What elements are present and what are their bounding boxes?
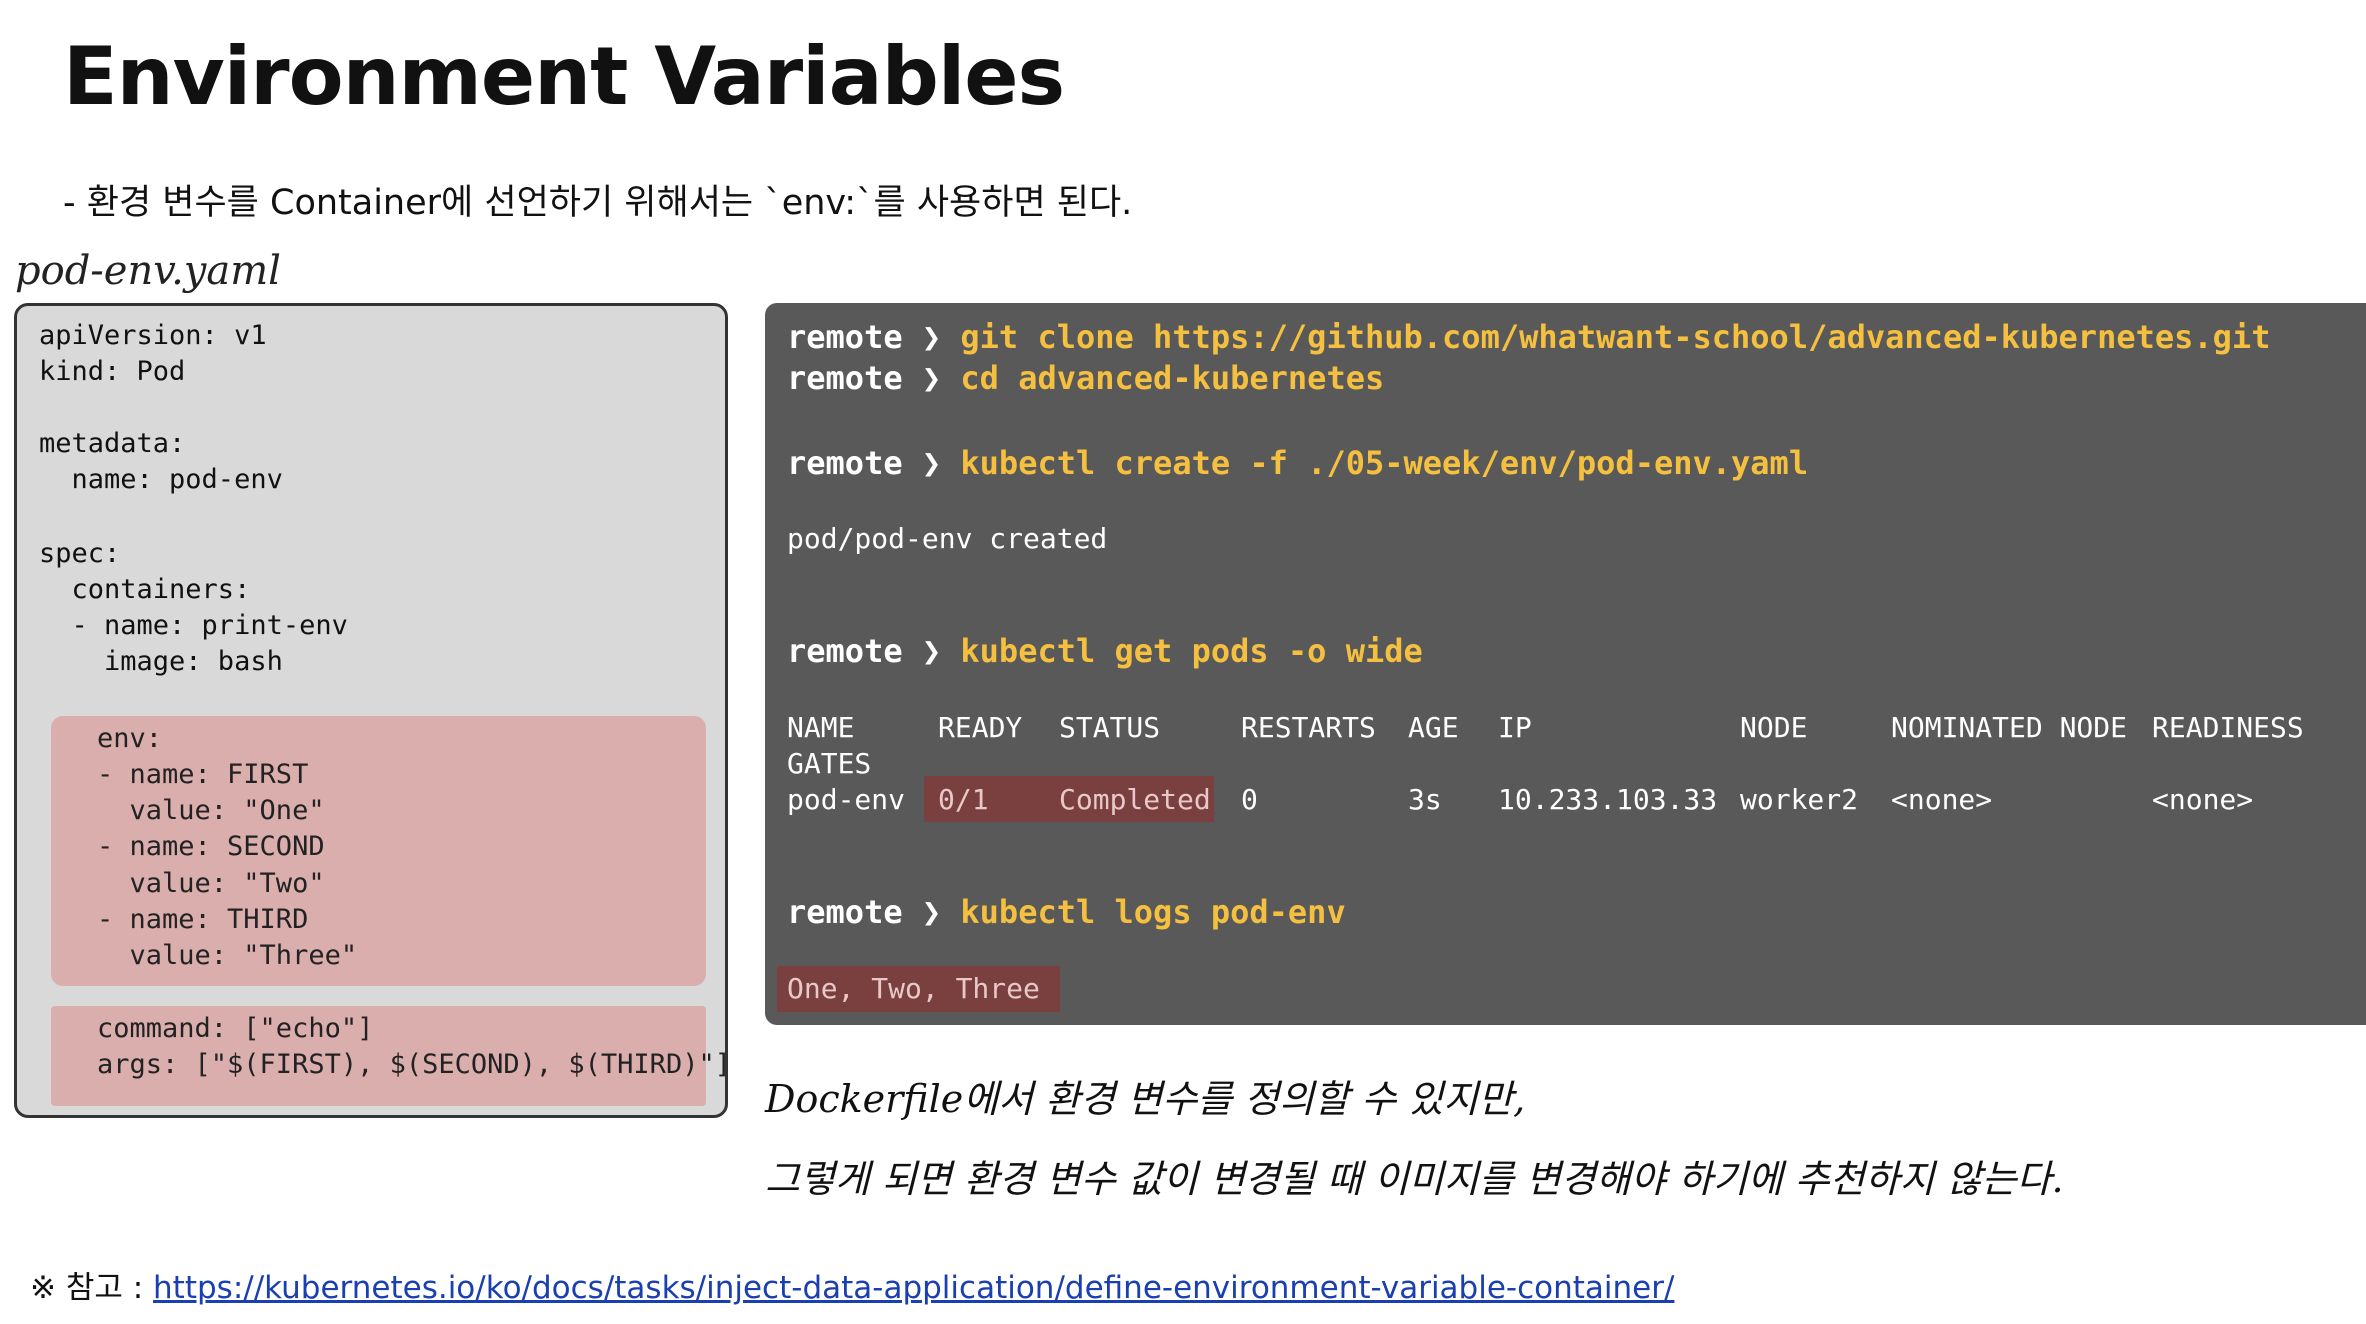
yaml-code-box: apiVersion: v1 kind: Pod metadata: name:… — [14, 303, 731, 1118]
table-header: IP — [1498, 711, 1532, 744]
prompt: remote ❯ — [787, 444, 942, 482]
create-output: pod/pod-env created — [787, 522, 1108, 555]
table-header: READINESS — [2152, 711, 2304, 744]
yaml-line: name: pod-env — [39, 464, 283, 495]
table-cell: 10.233.103.33 — [1498, 783, 1718, 816]
table-header: NAME — [787, 711, 855, 744]
terminal-command-line: remote ❯ git clone https://github.com/wh… — [787, 317, 2270, 357]
terminal-command-line: remote ❯ kubectl logs pod-env — [787, 892, 1346, 932]
yaml-line: metadata: — [39, 428, 186, 459]
terminal-panel: remote ❯ git clone https://github.com/wh… — [765, 303, 2366, 1025]
subtitle: - 환경 변수를 Container에 선언하기 위해서는 `env:`를 사용… — [63, 183, 1133, 223]
table-cell: Completed — [1059, 783, 1211, 816]
table-cell: worker2 — [1740, 783, 1859, 816]
reference-prefix: ※ 참고 : — [30, 1270, 154, 1306]
command-text: cd advanced-kubernetes — [960, 359, 1385, 397]
prompt: remote ❯ — [787, 893, 942, 931]
env-line: - name: SECOND — [97, 831, 325, 862]
env-line: - name: THIRD — [97, 904, 309, 935]
reference: ※ 참고 : https://kubernetes.io/ko/docs/tas… — [30, 1262, 1674, 1307]
command-line: args: ["$(FIRST), $(SECOND), $(THIRD)"] — [97, 1049, 731, 1080]
yaml-line: kind: Pod — [39, 356, 186, 387]
terminal-command-line: remote ❯ kubectl get pods -o wide — [787, 631, 1423, 671]
yaml-line: spec: — [39, 538, 121, 569]
file-label: pod-env.yaml — [15, 248, 281, 294]
command-text: kubectl create -f ./05-week/env/pod-env.… — [960, 444, 1809, 482]
page-title: Environment Variables — [63, 30, 1065, 123]
env-line: env: — [97, 723, 163, 754]
reference-link[interactable]: https://kubernetes.io/ko/docs/tasks/inje… — [153, 1270, 1674, 1306]
table-cell: <none> — [1891, 783, 1993, 816]
prompt: remote ❯ — [787, 359, 942, 397]
table-header: READY — [938, 711, 1023, 744]
handwritten-note: 그렇게 되면 환경 변수 값이 변경될 때 이미지를 변경해야 하기에 추천하지… — [765, 1157, 2064, 1201]
table-cell: 0/1 — [938, 783, 989, 816]
env-line: value: "Three" — [97, 940, 358, 971]
prompt: remote ❯ — [787, 318, 942, 356]
yaml-line: image: bash — [39, 646, 283, 677]
prompt: remote ❯ — [787, 632, 942, 670]
table-cell: 3s — [1408, 783, 1442, 816]
table-cell: pod-env — [787, 783, 906, 816]
table-header: STATUS — [1059, 711, 1161, 744]
table-header: RESTARTS — [1241, 711, 1376, 744]
command-text: kubectl get pods -o wide — [960, 632, 1423, 670]
table-header-wrap: GATES — [787, 747, 872, 780]
command-line: command: ["echo"] — [97, 1013, 374, 1044]
yaml-line: apiVersion: v1 — [39, 320, 267, 351]
env-line: value: "Two" — [97, 868, 325, 899]
terminal-command-line: remote ❯ cd advanced-kubernetes — [787, 358, 1384, 398]
table-cell: 0 — [1241, 783, 1258, 816]
terminal-command-line: remote ❯ kubectl create -f ./05-week/env… — [787, 443, 1808, 483]
table-header: NOMINATED NODE — [1891, 711, 2128, 744]
env-line: value: "One" — [97, 795, 325, 826]
logs-output: One, Two, Three — [787, 972, 1040, 1005]
table-cell: <none> — [2152, 783, 2254, 816]
yaml-line: containers: — [39, 574, 251, 605]
table-header: NODE — [1740, 711, 1808, 744]
env-line: - name: FIRST — [97, 759, 309, 790]
command-text: kubectl logs pod-env — [960, 893, 1346, 931]
table-header: AGE — [1408, 711, 1459, 744]
handwritten-note: Dockerfile에서 환경 변수를 정의할 수 있지만, — [765, 1077, 1526, 1121]
command-text: git clone https://github.com/whatwant-sc… — [960, 318, 2271, 356]
yaml-line: - name: print-env — [39, 610, 348, 641]
